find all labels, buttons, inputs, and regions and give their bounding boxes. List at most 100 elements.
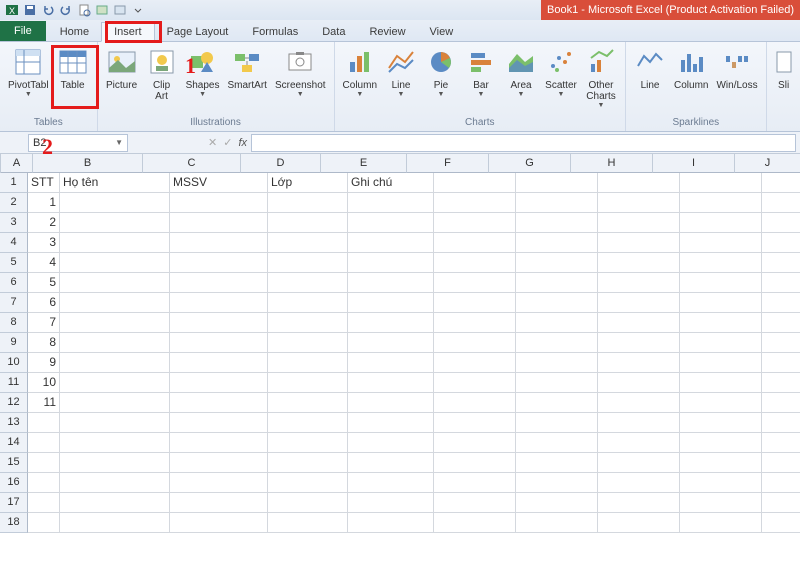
- cell[interactable]: [434, 173, 516, 193]
- row-header[interactable]: 13: [0, 413, 28, 433]
- column-header[interactable]: H: [571, 154, 653, 173]
- cell[interactable]: [170, 413, 268, 433]
- cell[interactable]: [28, 493, 60, 513]
- cell[interactable]: [268, 293, 348, 313]
- fx-icon[interactable]: fx: [238, 137, 247, 149]
- cell[interactable]: [516, 513, 598, 533]
- column-header[interactable]: J: [735, 154, 800, 173]
- sparkline-winloss-button[interactable]: Win/Loss: [712, 44, 761, 93]
- cell[interactable]: [170, 273, 268, 293]
- cell[interactable]: 2: [28, 213, 60, 233]
- cell[interactable]: [170, 333, 268, 353]
- qat-icon-1[interactable]: [94, 2, 110, 18]
- cell[interactable]: [348, 413, 434, 433]
- cell[interactable]: [268, 453, 348, 473]
- cell[interactable]: [762, 493, 800, 513]
- cell[interactable]: [434, 433, 516, 453]
- scatter-chart-button[interactable]: Scatter ▼: [541, 44, 581, 100]
- row-header[interactable]: 9: [0, 333, 28, 353]
- cell[interactable]: [680, 333, 762, 353]
- other-charts-button[interactable]: Other Charts ▼: [581, 44, 621, 111]
- cell[interactable]: [348, 353, 434, 373]
- row-header[interactable]: 11: [0, 373, 28, 393]
- cell[interactable]: [598, 353, 680, 373]
- picture-button[interactable]: Picture: [102, 44, 142, 93]
- redo-icon[interactable]: [58, 2, 74, 18]
- row-header[interactable]: 18: [0, 513, 28, 533]
- cell[interactable]: [762, 453, 800, 473]
- cell[interactable]: [434, 313, 516, 333]
- formula-input[interactable]: [251, 134, 796, 152]
- cell[interactable]: [516, 453, 598, 473]
- cell[interactable]: [268, 333, 348, 353]
- cell[interactable]: [170, 473, 268, 493]
- cell[interactable]: [348, 273, 434, 293]
- cell[interactable]: [268, 373, 348, 393]
- qat-dropdown-icon[interactable]: [130, 2, 146, 18]
- row-header[interactable]: 3: [0, 213, 28, 233]
- cell[interactable]: [348, 213, 434, 233]
- cell[interactable]: [60, 333, 170, 353]
- bar-chart-button[interactable]: Bar ▼: [461, 44, 501, 100]
- cell[interactable]: [516, 433, 598, 453]
- cell[interactable]: [516, 333, 598, 353]
- tab-data[interactable]: Data: [310, 23, 357, 41]
- cell[interactable]: [268, 413, 348, 433]
- table-button[interactable]: Table: [53, 44, 93, 93]
- cell[interactable]: [268, 213, 348, 233]
- cell[interactable]: [762, 193, 800, 213]
- cell[interactable]: [268, 513, 348, 533]
- cell[interactable]: [680, 273, 762, 293]
- column-header[interactable]: D: [241, 154, 321, 173]
- cell[interactable]: [516, 353, 598, 373]
- cell[interactable]: 8: [28, 333, 60, 353]
- cell[interactable]: [268, 493, 348, 513]
- cell[interactable]: [60, 393, 170, 413]
- cell[interactable]: [434, 473, 516, 493]
- cell[interactable]: [434, 273, 516, 293]
- cell[interactable]: [680, 253, 762, 273]
- cell[interactable]: [516, 393, 598, 413]
- cell[interactable]: [268, 473, 348, 493]
- cell[interactable]: [680, 433, 762, 453]
- cell[interactable]: [598, 293, 680, 313]
- cell[interactable]: [60, 453, 170, 473]
- line-chart-button[interactable]: Line ▼: [381, 44, 421, 100]
- row-header[interactable]: 12: [0, 393, 28, 413]
- cell[interactable]: [60, 433, 170, 453]
- tab-insert[interactable]: Insert: [101, 22, 155, 42]
- row-header[interactable]: 15: [0, 453, 28, 473]
- cell[interactable]: [762, 273, 800, 293]
- row-header[interactable]: 5: [0, 253, 28, 273]
- cell[interactable]: [434, 293, 516, 313]
- cell[interactable]: [680, 493, 762, 513]
- cell[interactable]: [762, 253, 800, 273]
- cell[interactable]: [170, 513, 268, 533]
- cell[interactable]: [516, 493, 598, 513]
- cell[interactable]: [434, 393, 516, 413]
- row-header[interactable]: 7: [0, 293, 28, 313]
- cell[interactable]: [348, 473, 434, 493]
- cancel-icon[interactable]: ✕: [208, 136, 217, 149]
- cell[interactable]: [762, 213, 800, 233]
- cell[interactable]: [348, 513, 434, 533]
- cell[interactable]: [516, 273, 598, 293]
- cell[interactable]: [680, 193, 762, 213]
- cell[interactable]: [762, 413, 800, 433]
- cell[interactable]: [762, 513, 800, 533]
- tab-view[interactable]: View: [418, 23, 466, 41]
- undo-icon[interactable]: [40, 2, 56, 18]
- cell[interactable]: [348, 233, 434, 253]
- area-chart-button[interactable]: Area ▼: [501, 44, 541, 100]
- cell[interactable]: [28, 453, 60, 473]
- cell[interactable]: [28, 513, 60, 533]
- cell[interactable]: [680, 413, 762, 433]
- cell[interactable]: [268, 393, 348, 413]
- cell[interactable]: [170, 453, 268, 473]
- cell[interactable]: 3: [28, 233, 60, 253]
- slicer-button[interactable]: Sli: [771, 44, 797, 93]
- cell[interactable]: [762, 373, 800, 393]
- cell[interactable]: 11: [28, 393, 60, 413]
- cell[interactable]: MSSV: [170, 173, 268, 193]
- sparkline-column-button[interactable]: Column: [670, 44, 712, 93]
